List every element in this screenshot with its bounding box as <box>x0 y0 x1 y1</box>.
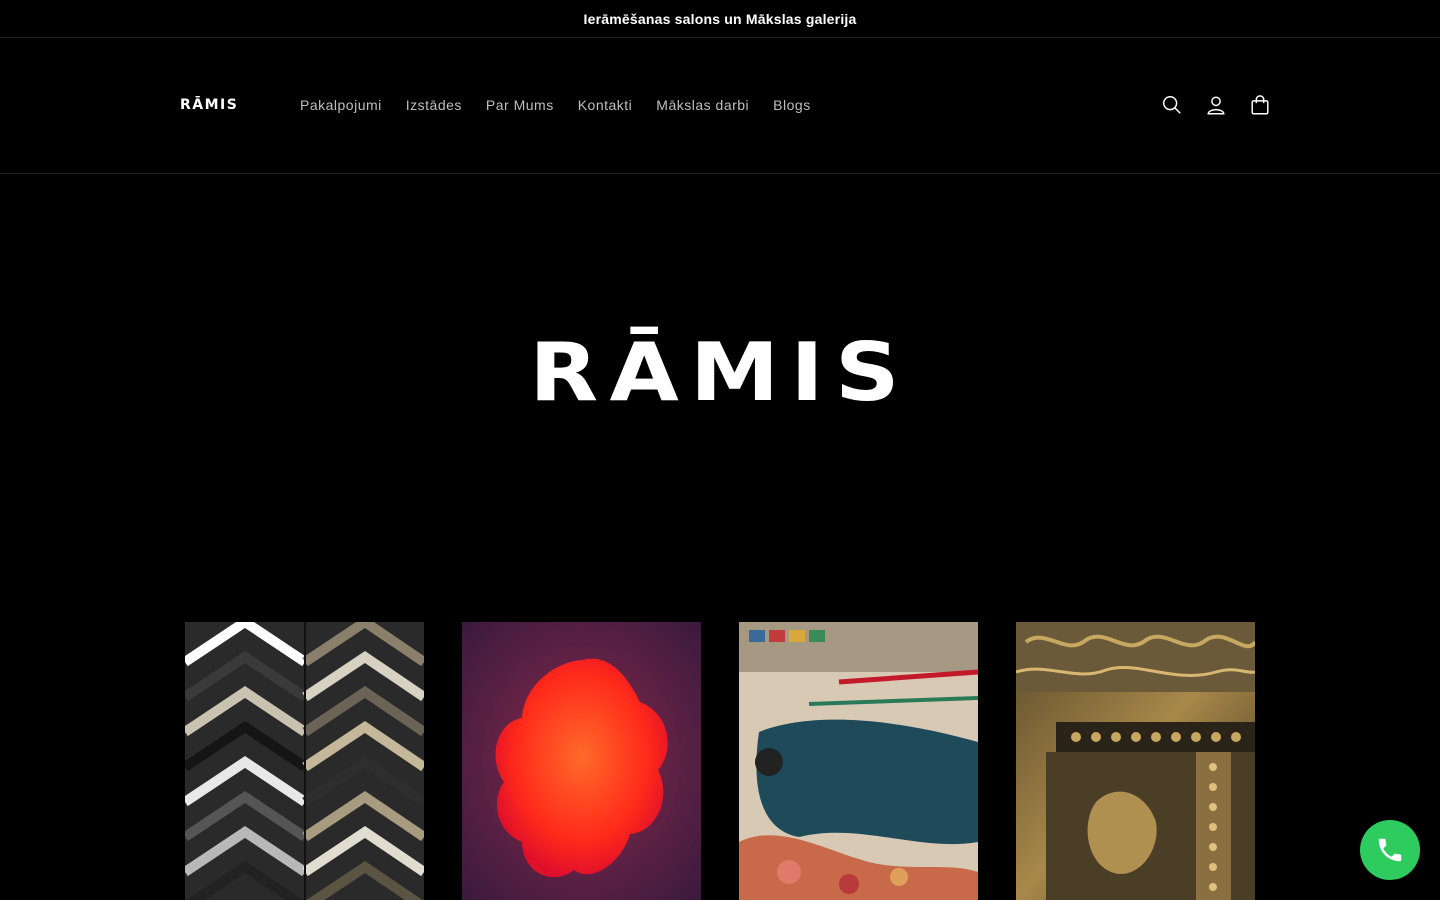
search-button[interactable] <box>1150 83 1194 127</box>
card-red-painting[interactable] <box>462 622 701 900</box>
announcement-bar: Ierāmēšanas salons un Mākslas galerija <box>0 0 1440 38</box>
site-header: RĀMIS Pakalpojumi Izstādes Par Mums Kont… <box>0 38 1440 174</box>
nav-item-makslas-darbi[interactable]: Mākslas darbi <box>644 94 761 116</box>
nav-item-par-mums[interactable]: Par Mums <box>474 94 566 116</box>
cart-icon <box>1251 95 1269 115</box>
nav-item-pakalpojumi[interactable]: Pakalpojumi <box>288 94 394 116</box>
red-abstract-painting-image <box>462 622 701 900</box>
card-watercolor[interactable] <box>739 622 978 900</box>
phone-button[interactable] <box>1360 820 1420 880</box>
card-gold-frame[interactable] <box>1016 622 1255 900</box>
watercolor-palette-image <box>739 622 978 900</box>
hero-logo: RĀMIS <box>529 326 911 419</box>
main-nav: Pakalpojumi Izstādes Par Mums Kontakti M… <box>288 94 823 116</box>
nav-item-kontakti[interactable]: Kontakti <box>566 94 645 116</box>
ornate-gold-frame-image <box>1016 622 1255 900</box>
search-icon <box>1163 96 1181 114</box>
frame-corner-samples-image <box>185 622 424 900</box>
announcement-text: Ierāmēšanas salons un Mākslas galerija <box>583 10 857 27</box>
cart-button[interactable] <box>1238 83 1282 127</box>
account-button[interactable] <box>1194 83 1238 127</box>
nav-item-blogs[interactable]: Blogs <box>761 94 823 116</box>
phone-icon <box>1378 838 1402 862</box>
card-frame-samples[interactable] <box>185 622 424 900</box>
header-logo[interactable]: RĀMIS <box>180 97 238 113</box>
nav-item-izstades[interactable]: Izstādes <box>394 94 474 116</box>
feature-cards <box>185 622 1255 900</box>
header-icons <box>1150 83 1282 127</box>
account-icon <box>1207 96 1225 115</box>
